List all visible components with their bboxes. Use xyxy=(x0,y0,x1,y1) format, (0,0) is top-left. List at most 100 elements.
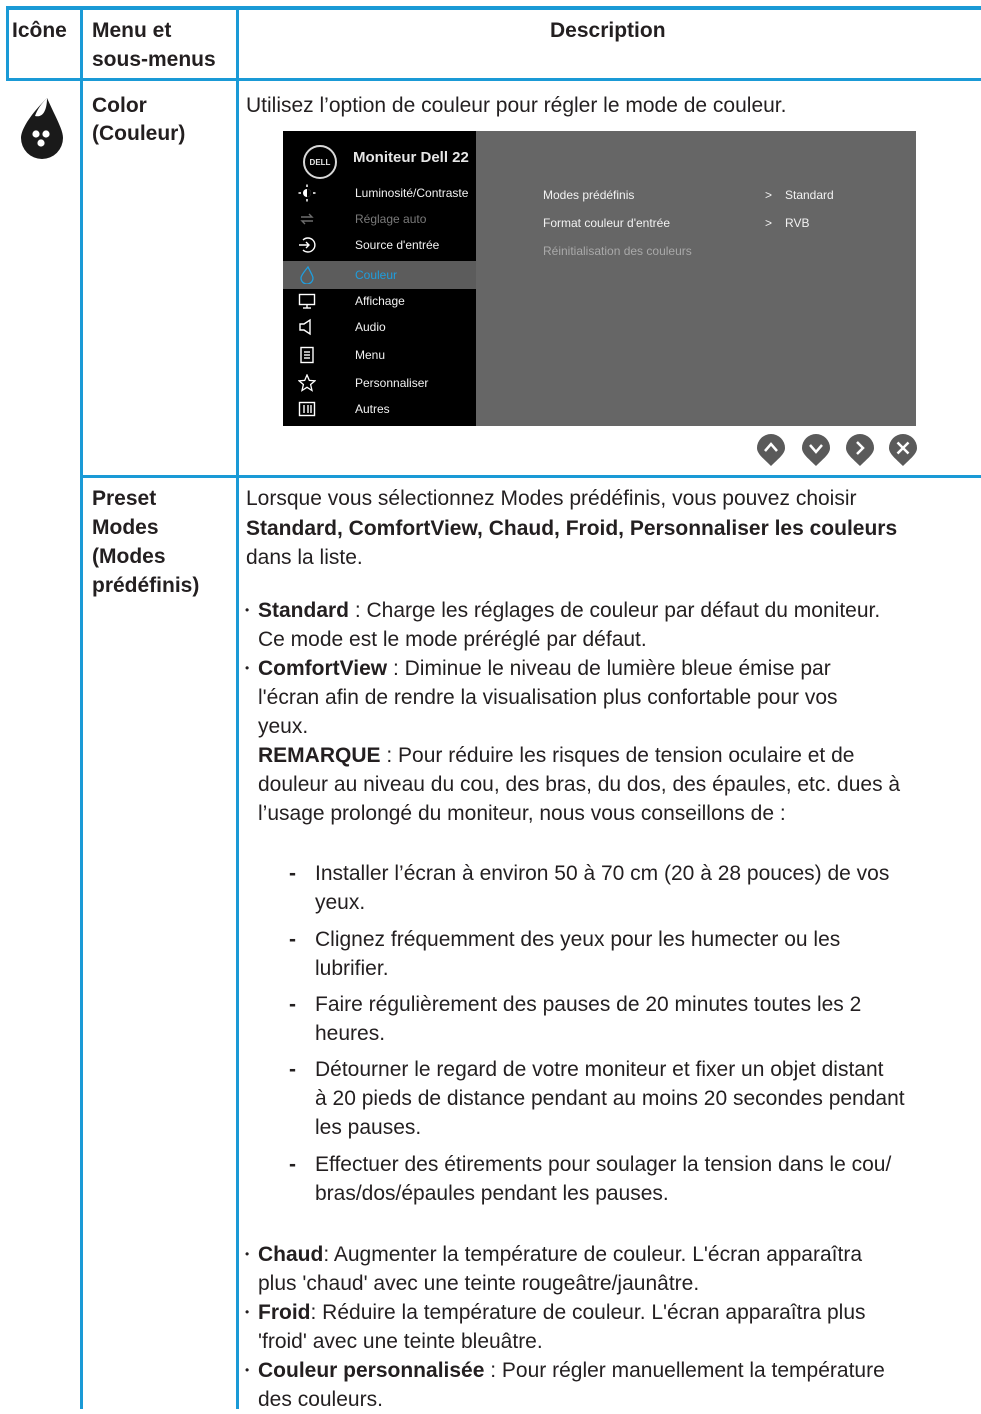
row-divider xyxy=(83,475,981,478)
header-menu-column-line2: sous-menus xyxy=(92,48,216,71)
osd-menu-label: Couleur xyxy=(355,268,398,282)
dell-logo: DELL xyxy=(303,145,337,179)
dash-marker: - xyxy=(289,993,296,1016)
menu-preset-label-4: prédéfinis) xyxy=(92,574,200,597)
menu-preset-label-2: Modes xyxy=(92,516,159,539)
dash-text: Clignez fréquemment des yeux pour les hu… xyxy=(315,928,841,951)
dash-item-blink: - Clignez fréquemment des yeux pour les h… xyxy=(289,925,970,954)
osd-title: Moniteur Dell 22 xyxy=(353,149,469,166)
menu-preset-label-3: (Modes xyxy=(92,545,166,568)
dash-item-distance: - Installer l’écran à environ 50 à 70 cm … xyxy=(289,859,970,888)
bullet-warm-line2: plus 'chaud' avec une teinte rougeâtre/j… xyxy=(258,1272,700,1295)
dash-text: Détourner le regard de votre moniteur et… xyxy=(315,1058,884,1081)
header-icon-column: Icône xyxy=(12,19,67,42)
bullet-dot: • xyxy=(245,1247,250,1261)
bullet-warm-text: : Augmenter la température de couleur. L… xyxy=(323,1243,862,1266)
up-button[interactable] xyxy=(756,433,786,467)
color-intro-text: Utilisez l’option de couleur pour régler… xyxy=(246,94,787,117)
osd-menu-item-brightness[interactable]: Luminosité/Contraste xyxy=(283,181,476,207)
osd-menu-label: Personnaliser xyxy=(355,376,429,390)
bullet-standard-title: Standard xyxy=(258,599,350,622)
dash-item-look-away-line2: à 20 pieds de distance pendant au moins … xyxy=(315,1087,905,1110)
column-divider-icon xyxy=(80,6,83,1409)
osd-menu-label: Source d'entrée xyxy=(355,238,440,252)
down-button[interactable] xyxy=(801,433,831,467)
dash-item-distance-line2: yeux. xyxy=(315,891,366,914)
osd-menu-label: Luminosité/Contraste xyxy=(355,186,469,200)
osd-menu-label: Affichage xyxy=(355,294,405,308)
dash-item-breaks: - Faire régulièrement des pauses de 20 mi… xyxy=(289,990,970,1019)
bullet-standard-line2: Ce mode est le mode préréglé par défaut. xyxy=(258,628,647,651)
dash-item-stretch: - Effectuer des étirements pour soulager … xyxy=(289,1150,970,1179)
dash-marker: - xyxy=(289,928,296,951)
note-title: REMARQUE xyxy=(258,744,381,767)
osd-option-arrow: > xyxy=(765,188,773,202)
bullet-dot: • xyxy=(245,1363,250,1377)
bullet-cool-title: Froid xyxy=(258,1301,311,1324)
right-button[interactable] xyxy=(845,433,875,467)
bullet-comfortview: • ComfortView : Diminue le niveau de lumi… xyxy=(245,654,970,683)
osd-menu-item-personalize[interactable]: Personnaliser xyxy=(283,371,476,397)
audio-icon xyxy=(299,318,311,336)
dash-text: Effectuer des étirements pour soulager l… xyxy=(315,1153,892,1176)
osd-menu-label: Réglage auto xyxy=(355,212,427,226)
preset-intro-line2: Standard, ComfortView, Chaud, Froid, Per… xyxy=(246,517,898,540)
bullet-custom-color: • Couleur personnalisée : Pour régler man… xyxy=(245,1356,970,1385)
header-menu-column-line1: Menu et xyxy=(92,19,172,42)
bullet-dot: • xyxy=(245,1305,250,1319)
dash-item-stretch-line2: bras/dos/épaules pendant les pauses. xyxy=(315,1182,669,1205)
osd-sidebar: DELL Moniteur Dell 22 Luminosité/Contras… xyxy=(283,131,476,426)
osd-menu-item-display[interactable]: Affichage xyxy=(283,289,476,315)
osd-menu-item-menu[interactable]: Menu xyxy=(283,343,476,369)
osd-option-value: RVB xyxy=(785,216,810,230)
bullet-custom-text: : Pour régler manuellement la températur… xyxy=(484,1359,885,1382)
bullet-comfortview-title: ComfortView xyxy=(258,657,388,680)
osd-menu-label: Menu xyxy=(355,348,386,362)
bullet-standard-text: : Charge les réglages de couleur par déf… xyxy=(349,599,881,622)
osd-option-value: Standard xyxy=(785,188,834,202)
color-drop-icon xyxy=(21,98,63,159)
others-icon xyxy=(298,401,316,417)
dash-text: Faire régulièrement des pauses de 20 min… xyxy=(315,993,862,1016)
bullet-warm: • Chaud: Augmenter la température de coul… xyxy=(245,1240,970,1269)
dash-item-breaks-line2: heures. xyxy=(315,1022,386,1045)
osd-menu-item-input-source[interactable]: Source d'entrée xyxy=(283,233,476,259)
display-icon xyxy=(298,293,316,309)
bullet-comfortview-line2: l'écran afin de rendre la visualisation … xyxy=(258,686,838,709)
osd-option-reset-color[interactable]: Réinitialisation des couleurs xyxy=(543,243,692,259)
color-icon xyxy=(300,266,314,284)
dash-item-blink-line2: lubrifier. xyxy=(315,957,389,980)
osd-option-arrow: > xyxy=(765,216,773,230)
note-line3: l’usage prolongé du moniteur, nous vous … xyxy=(258,802,786,825)
table-left-border xyxy=(6,6,9,81)
osd-menu-item-auto-adjust[interactable]: Réglage auto xyxy=(283,207,476,233)
note-line1: REMARQUE : Pour réduire les risques de t… xyxy=(258,741,970,770)
bullet-custom-line2: des couleurs. xyxy=(258,1388,383,1411)
osd-menu-item-others[interactable]: Autres xyxy=(283,397,476,423)
auto-adjust-icon xyxy=(300,213,314,225)
close-button[interactable] xyxy=(888,433,918,467)
bullet-cool-text: : Réduire la température de couleur. L'é… xyxy=(310,1301,866,1324)
bullet-standard: • Standard : Charge les réglages de coule… xyxy=(245,596,970,625)
bullet-cool: • Froid: Réduire la température de couleu… xyxy=(245,1298,970,1327)
osd-menu-item-audio[interactable]: Audio xyxy=(283,315,476,341)
bullet-warm-title: Chaud xyxy=(258,1243,324,1266)
dash-item-look-away-line3: les pauses. xyxy=(315,1116,422,1139)
preset-intro-line1: Lorsque vous sélectionnez Modes prédéfin… xyxy=(246,487,857,510)
dash-marker: - xyxy=(289,862,296,885)
dash-text: Installer l’écran à environ 50 à 70 cm (… xyxy=(315,862,890,885)
osd-option-preset-modes[interactable]: Modes prédéfinis xyxy=(543,187,634,203)
preset-intro-line3: dans la liste. xyxy=(246,546,363,569)
osd-option-input-color-format[interactable]: Format couleur d'entrée xyxy=(543,215,670,231)
note-line2: douleur au niveau du cou, des bras, du d… xyxy=(258,773,901,796)
menu-color-label-fr: (Couleur) xyxy=(92,122,186,145)
osd-menu-label: Autres xyxy=(355,402,390,416)
dash-item-look-away: - Détourner le regard de votre moniteur e… xyxy=(289,1055,970,1084)
dash-marker: - xyxy=(289,1058,296,1081)
osd-menu-item-color[interactable]: Couleur xyxy=(283,261,476,289)
bullet-comfortview-line3: yeux. xyxy=(258,715,309,738)
header-description-column: Description xyxy=(550,19,666,42)
table-top-border xyxy=(6,6,981,10)
menu-color-label: Color xyxy=(92,94,147,117)
header-divider xyxy=(6,78,981,81)
